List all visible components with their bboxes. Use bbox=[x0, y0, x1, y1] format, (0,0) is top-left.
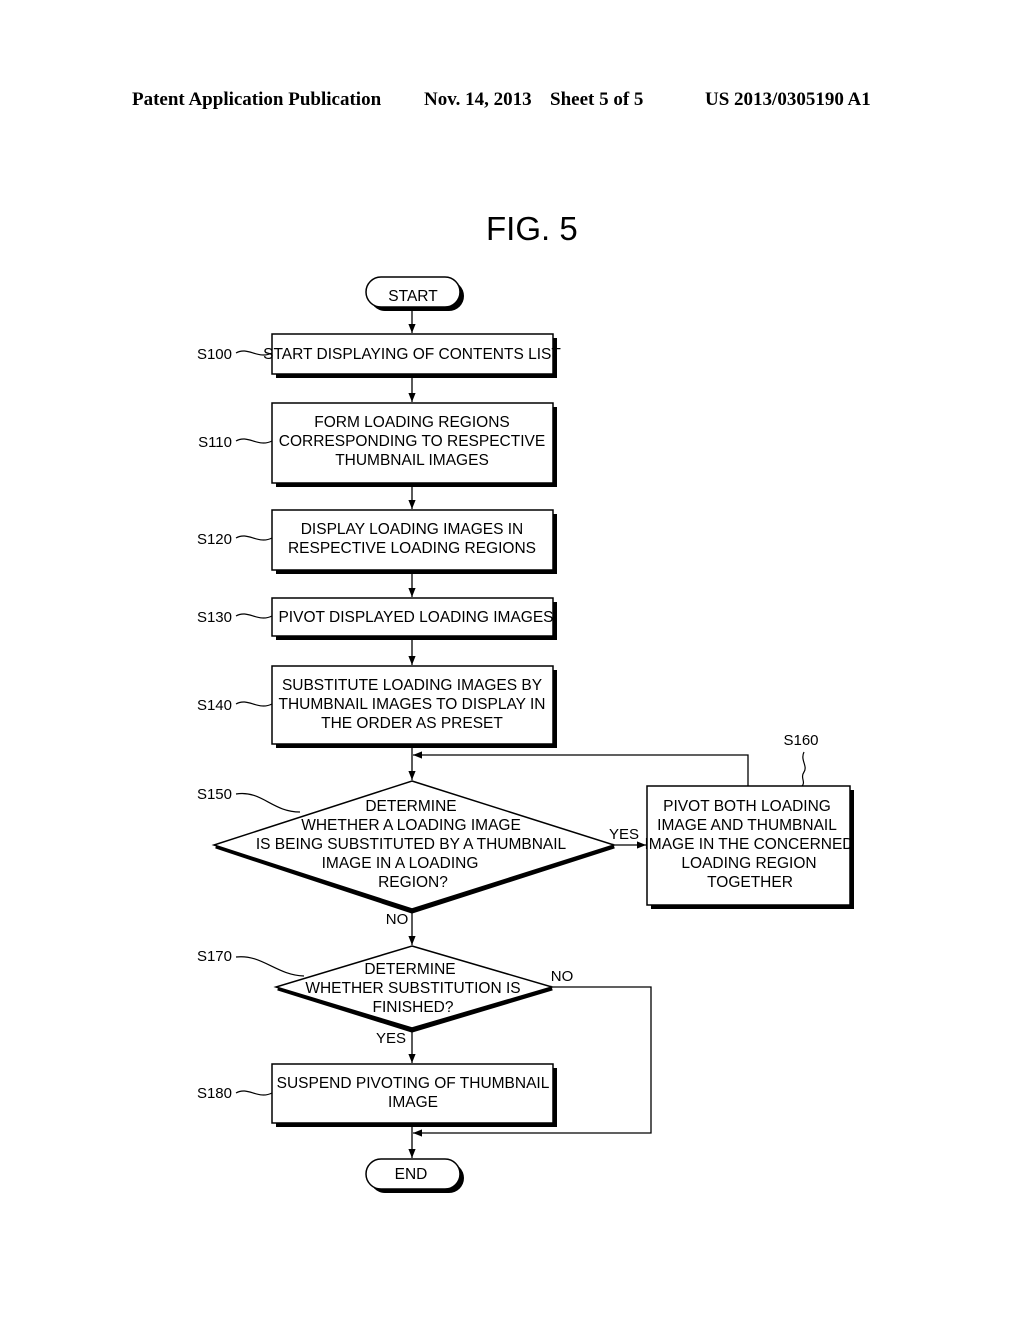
s110-leader bbox=[235, 438, 273, 444]
s170-yes-label: YES bbox=[376, 1030, 406, 1047]
start-terminal: START bbox=[365, 276, 464, 311]
step-s100: START DISPLAYING OF CONTENTS LIST S100 bbox=[197, 333, 561, 378]
s150-yes-label: YES bbox=[609, 826, 639, 843]
s120-leader bbox=[235, 535, 273, 541]
s130-text: PIVOT DISPLAYED LOADING IMAGES bbox=[278, 609, 553, 626]
s160-text-line-4: LOADING REGION bbox=[681, 855, 816, 872]
s160-text-line-5: TOGETHER bbox=[707, 874, 793, 891]
s160-ref: S160 bbox=[783, 732, 818, 749]
step-s140: SUBSTITUTE LOADING IMAGES BY THUMBNAIL I… bbox=[197, 665, 557, 748]
s160-text-line-2: IMAGE AND THUMBNAIL bbox=[657, 817, 837, 834]
s170-text-line-2: WHETHER SUBSTITUTION IS bbox=[305, 980, 520, 997]
s110-text-line-3: THUMBNAIL IMAGES bbox=[335, 452, 489, 469]
s130-ref: S130 bbox=[197, 609, 232, 626]
s160-text-line-3: IMAGE IN THE CONCERNED bbox=[645, 836, 854, 853]
s140-ref: S140 bbox=[197, 697, 232, 714]
s150-text-line-5: REGION? bbox=[378, 874, 448, 891]
s180-text-line-1: SUSPEND PIVOTING OF THUMBNAIL bbox=[277, 1075, 550, 1092]
s110-ref: S110 bbox=[198, 434, 232, 451]
decision-s150: DETERMINE WHETHER A LOADING IMAGE IS BEI… bbox=[197, 780, 617, 914]
s170-no-label: NO bbox=[551, 968, 574, 985]
s160-text-line-1: PIVOT BOTH LOADING bbox=[663, 798, 831, 815]
s140-leader bbox=[235, 701, 273, 707]
s180-text-line-2: IMAGE bbox=[388, 1094, 438, 1111]
s150-text-line-2: WHETHER A LOADING IMAGE bbox=[301, 817, 521, 834]
s170-text-line-1: DETERMINE bbox=[364, 961, 455, 978]
s100-ref: S100 bbox=[197, 346, 232, 363]
edge-s160-loopback bbox=[413, 751, 749, 786]
start-label: START bbox=[388, 288, 438, 305]
s150-no-label: NO bbox=[386, 911, 409, 928]
s150-text-line-4: IMAGE IN A LOADING bbox=[322, 855, 479, 872]
s150-text-line-3: IS BEING SUBSTITUTED BY A THUMBNAIL bbox=[256, 836, 567, 853]
s140-text-line-1: SUBSTITUTE LOADING IMAGES BY bbox=[282, 677, 542, 694]
step-s160: PIVOT BOTH LOADING IMAGE AND THUMBNAIL I… bbox=[645, 732, 854, 909]
step-s110: FORM LOADING REGIONS CORRESPONDING TO RE… bbox=[198, 402, 557, 487]
s140-text-line-2: THUMBNAIL IMAGES TO DISPLAY IN bbox=[278, 696, 545, 713]
s110-text-line-2: CORRESPONDING TO RESPECTIVE bbox=[279, 433, 545, 450]
s150-leader bbox=[235, 792, 301, 813]
s180-ref: S180 bbox=[197, 1085, 232, 1102]
step-s130: PIVOT DISPLAYED LOADING IMAGES S130 bbox=[197, 597, 557, 640]
s110-text-line-1: FORM LOADING REGIONS bbox=[314, 414, 510, 431]
s160-leader bbox=[801, 751, 806, 787]
s170-text-line-3: FINISHED? bbox=[373, 999, 454, 1016]
end-terminal: END bbox=[365, 1158, 464, 1193]
s120-text-line-1: DISPLAY LOADING IMAGES IN bbox=[301, 521, 524, 538]
step-s120: DISPLAY LOADING IMAGES IN RESPECTIVE LOA… bbox=[197, 509, 557, 574]
s140-text-line-3: THE ORDER AS PRESET bbox=[321, 715, 503, 732]
s130-leader bbox=[235, 613, 273, 619]
s180-leader bbox=[235, 1090, 273, 1096]
s170-leader bbox=[235, 956, 305, 977]
s170-ref: S170 bbox=[197, 948, 232, 965]
s150-text-line-1: DETERMINE bbox=[365, 798, 456, 815]
step-s180: SUSPEND PIVOTING OF THUMBNAIL IMAGE S180 bbox=[197, 1063, 557, 1127]
s120-text-line-2: RESPECTIVE LOADING REGIONS bbox=[288, 540, 536, 557]
s120-ref: S120 bbox=[197, 531, 232, 548]
s150-ref: S150 bbox=[197, 786, 232, 803]
decision-s170: DETERMINE WHETHER SUBSTITUTION IS FINISH… bbox=[197, 945, 555, 1033]
flowchart: START START DISPLAYING OF CONTENTS LIST … bbox=[197, 276, 854, 1193]
s100-text: START DISPLAYING OF CONTENTS LIST bbox=[263, 346, 561, 363]
end-label: END bbox=[395, 1166, 428, 1183]
